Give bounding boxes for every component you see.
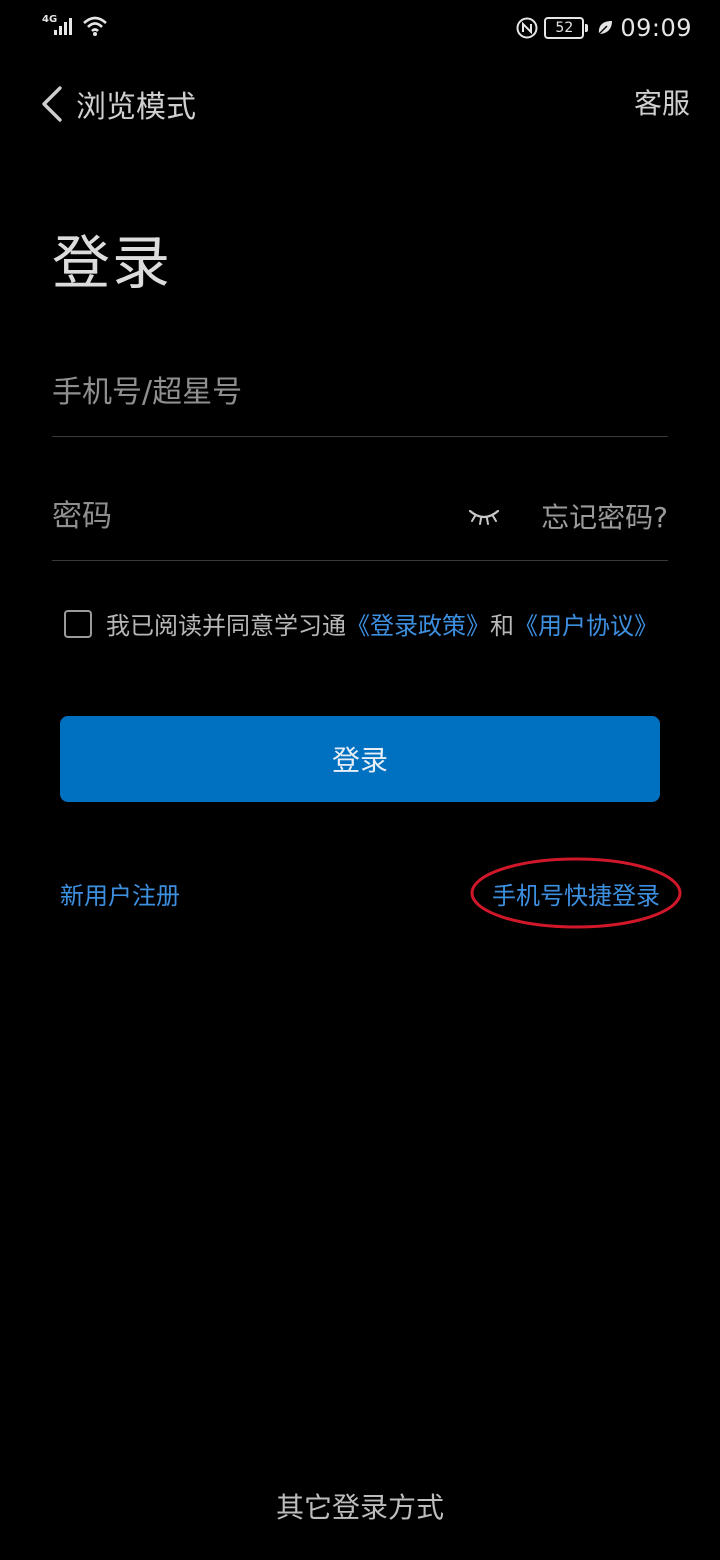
- password-field: 忘记密码?: [52, 486, 668, 546]
- other-login-methods[interactable]: 其它登录方式: [0, 1486, 720, 1526]
- customer-service-link[interactable]: 客服: [634, 80, 690, 128]
- clock: 09:09: [620, 14, 692, 42]
- login-policy-link[interactable]: 《登录政策》: [346, 606, 490, 641]
- agreement-conjunction: 和: [490, 612, 514, 640]
- back-button[interactable]: 浏览模式: [38, 80, 196, 128]
- quick-login-label: 手机号快捷登录: [492, 881, 660, 910]
- agreement-checkbox[interactable]: [64, 609, 92, 638]
- eye-closed-icon[interactable]: [467, 504, 501, 528]
- password-input[interactable]: [52, 498, 468, 534]
- signal-bars-icon: [54, 18, 72, 35]
- battery-icon: 52: [544, 17, 589, 39]
- status-bar: 4G 52 09:09: [0, 0, 720, 56]
- agreement-prefix: 我已阅读并同意学习通: [106, 612, 346, 640]
- forgot-password-link[interactable]: 忘记密码?: [541, 496, 668, 536]
- account-field: [52, 362, 668, 422]
- agreement-row: 我已阅读并同意学习通 《登录政策》 和 《用户协议》: [64, 606, 658, 641]
- password-divider: [52, 560, 668, 561]
- wifi-icon: [83, 16, 107, 36]
- register-link[interactable]: 新用户注册: [60, 876, 180, 911]
- leaf-icon: [598, 21, 613, 35]
- back-label: 浏览模式: [76, 90, 196, 125]
- status-right-group: 52 09:09: [516, 12, 692, 44]
- user-agreement-link[interactable]: 《用户协议》: [514, 606, 658, 641]
- account-input[interactable]: [52, 374, 668, 410]
- chevron-left-icon: [42, 86, 62, 122]
- quick-login-link[interactable]: 手机号快捷登录: [470, 856, 682, 930]
- page-title: 登录: [52, 229, 173, 297]
- nfc-icon: [516, 17, 538, 39]
- login-button[interactable]: 登录: [60, 716, 660, 802]
- account-divider: [52, 436, 668, 437]
